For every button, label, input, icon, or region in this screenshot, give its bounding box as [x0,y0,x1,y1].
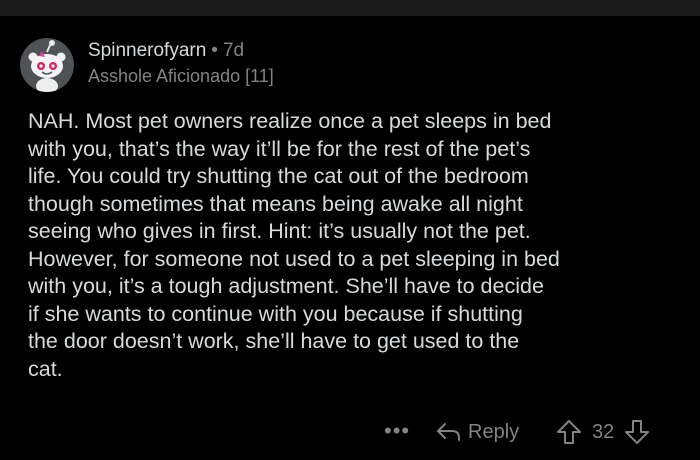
comment-card: Spinnerofyarn • 7d Asshole Aficionado [11]… [0,16,700,460]
reply-label: Reply [468,421,520,443]
top-divider-bar [0,0,700,16]
meta-separator: • [211,40,218,61]
reply-button[interactable]: Reply [436,420,519,444]
comment-age: 7d [222,40,245,61]
avatar[interactable] [20,38,74,92]
user-flair: Asshole Aficionado [11] [88,66,274,86]
comment-meta: Spinnerofyarn • 7d Asshole Aficionado [11] [88,40,274,86]
vote-score: 32 [592,421,615,443]
comment-body: NAH. Most pet owners realize once a pet … [28,109,560,381]
comment-actions: ••• Reply 32 [0,416,700,448]
snoo-avatar-icon [20,38,74,92]
downvote-arrow-icon[interactable] [624,419,650,445]
username-link[interactable]: Spinnerofyarn [88,40,206,61]
vote-controls: 32 [556,419,650,445]
upvote-arrow-icon[interactable] [556,419,582,445]
more-options-button[interactable]: ••• [384,420,410,442]
reply-arrow-icon [437,423,460,441]
